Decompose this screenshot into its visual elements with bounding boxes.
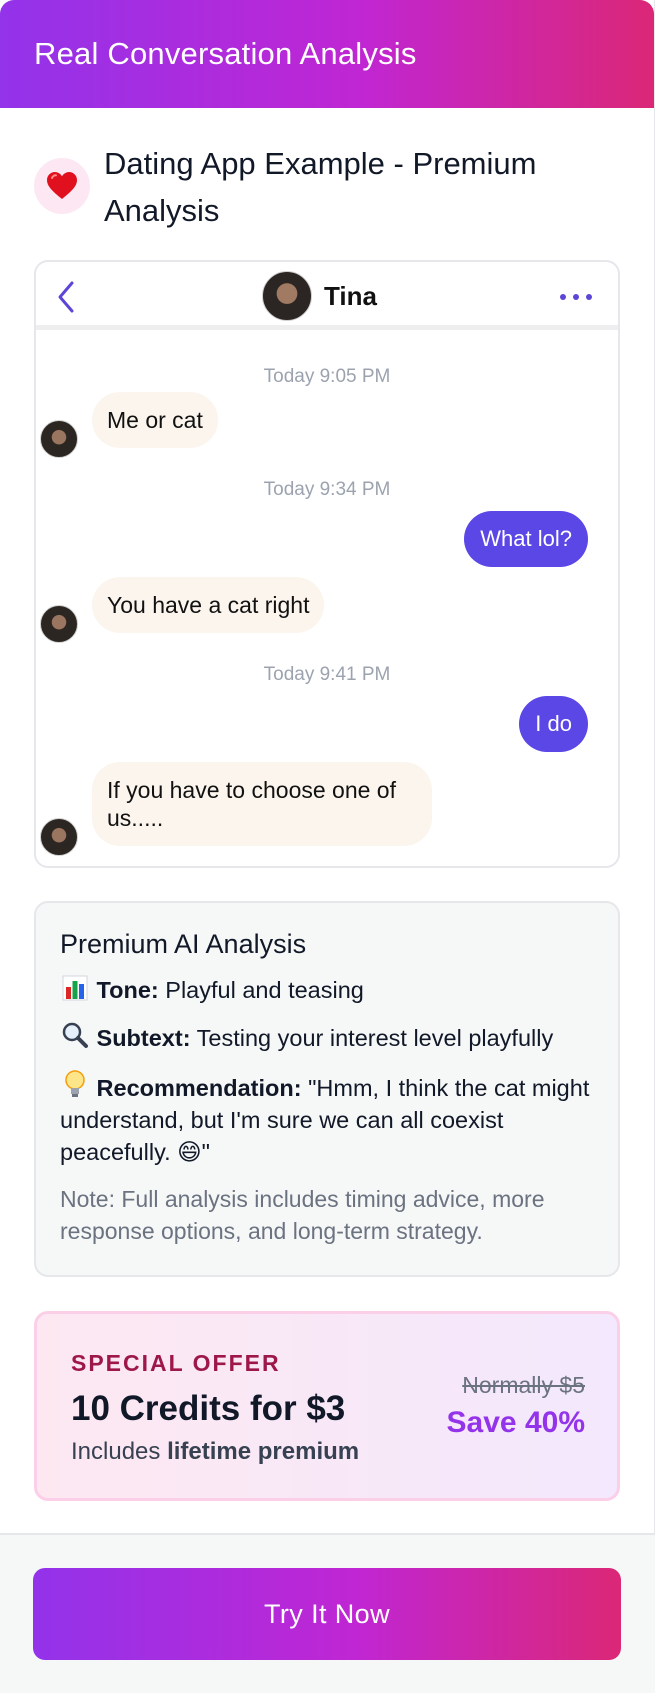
try-it-now-button[interactable]: Try It Now — [33, 1568, 621, 1660]
offer-includes-bold: lifetime premium — [167, 1438, 360, 1465]
tone-row: Tone: Playful and teasing — [60, 974, 594, 1006]
analysis-note: Note: Full analysis includes timing advi… — [60, 1186, 545, 1244]
normal-price: Normally $5 — [462, 1372, 585, 1398]
incoming-message: If you have to choose one of us..... — [92, 762, 432, 846]
magnifier-icon — [62, 1022, 88, 1048]
subtext-value: Testing your interest level playfully — [196, 1025, 554, 1051]
offer-headline: 10 Credits for $3 — [71, 1389, 346, 1428]
example-heading: Dating App Example - Premium Analysis — [34, 140, 624, 234]
offer-tag: SPECIAL OFFER — [71, 1350, 281, 1376]
special-offer-panel: SPECIAL OFFER 10 Credits for $3 Includes… — [34, 1311, 620, 1501]
recommendation-row: Recommendation: "Hmm, I think the cat mi… — [60, 1069, 594, 1168]
ai-analysis-panel: Premium AI Analysis Tone: Playful and te… — [34, 901, 620, 1277]
sender-avatar — [40, 605, 78, 643]
subtext-label: Subtext: — [96, 1025, 191, 1051]
chat-timestamp: Today 9:34 PM — [263, 479, 391, 500]
incoming-message: You have a cat right — [92, 577, 325, 633]
footer-bar: Try It Now — [0, 1533, 655, 1693]
offer-includes-prefix: Includes — [71, 1438, 168, 1465]
sender-avatar — [40, 818, 78, 856]
offer-includes: Includes lifetime premium — [71, 1438, 359, 1466]
lightbulb-icon — [65, 1070, 85, 1097]
chat-header: Tina — [36, 262, 618, 330]
heart-icon — [47, 172, 77, 199]
contact-avatar — [262, 271, 312, 321]
more-options-icon[interactable] — [560, 294, 592, 300]
tone-label: Tone: — [96, 977, 159, 1003]
header-bar: Real Conversation Analysis — [0, 0, 654, 108]
chat-timestamp: Today 9:05 PM — [263, 366, 391, 387]
chat-timestamp: Today 9:41 PM — [263, 664, 391, 685]
example-title: Dating App Example - Premium Analysis — [104, 146, 537, 228]
back-chevron-icon[interactable] — [56, 280, 76, 314]
incoming-message: Me or cat — [92, 392, 218, 448]
contact-name: Tina — [324, 280, 377, 311]
outgoing-message: I do — [519, 696, 588, 752]
recommendation-label: Recommendation: — [96, 1075, 302, 1101]
chat-screenshot: Tina Today 9:05 PM Me or cat Today 9:34 … — [34, 260, 620, 868]
tone-value: Playful and teasing — [165, 977, 364, 1003]
subtext-row: Subtext: Testing your interest level pla… — [60, 1021, 594, 1054]
heart-badge — [34, 158, 90, 214]
analysis-title: Premium AI Analysis — [60, 929, 307, 959]
outgoing-message: What lol? — [464, 511, 588, 567]
contact-info[interactable]: Tina — [262, 271, 377, 321]
analysis-card: Real Conversation Analysis Dating App Ex… — [0, 0, 655, 1693]
bar-chart-icon — [62, 975, 88, 1001]
savings-label: Save 40% — [446, 1406, 585, 1439]
header-title: Real Conversation Analysis — [34, 36, 417, 71]
sender-avatar — [40, 420, 78, 458]
